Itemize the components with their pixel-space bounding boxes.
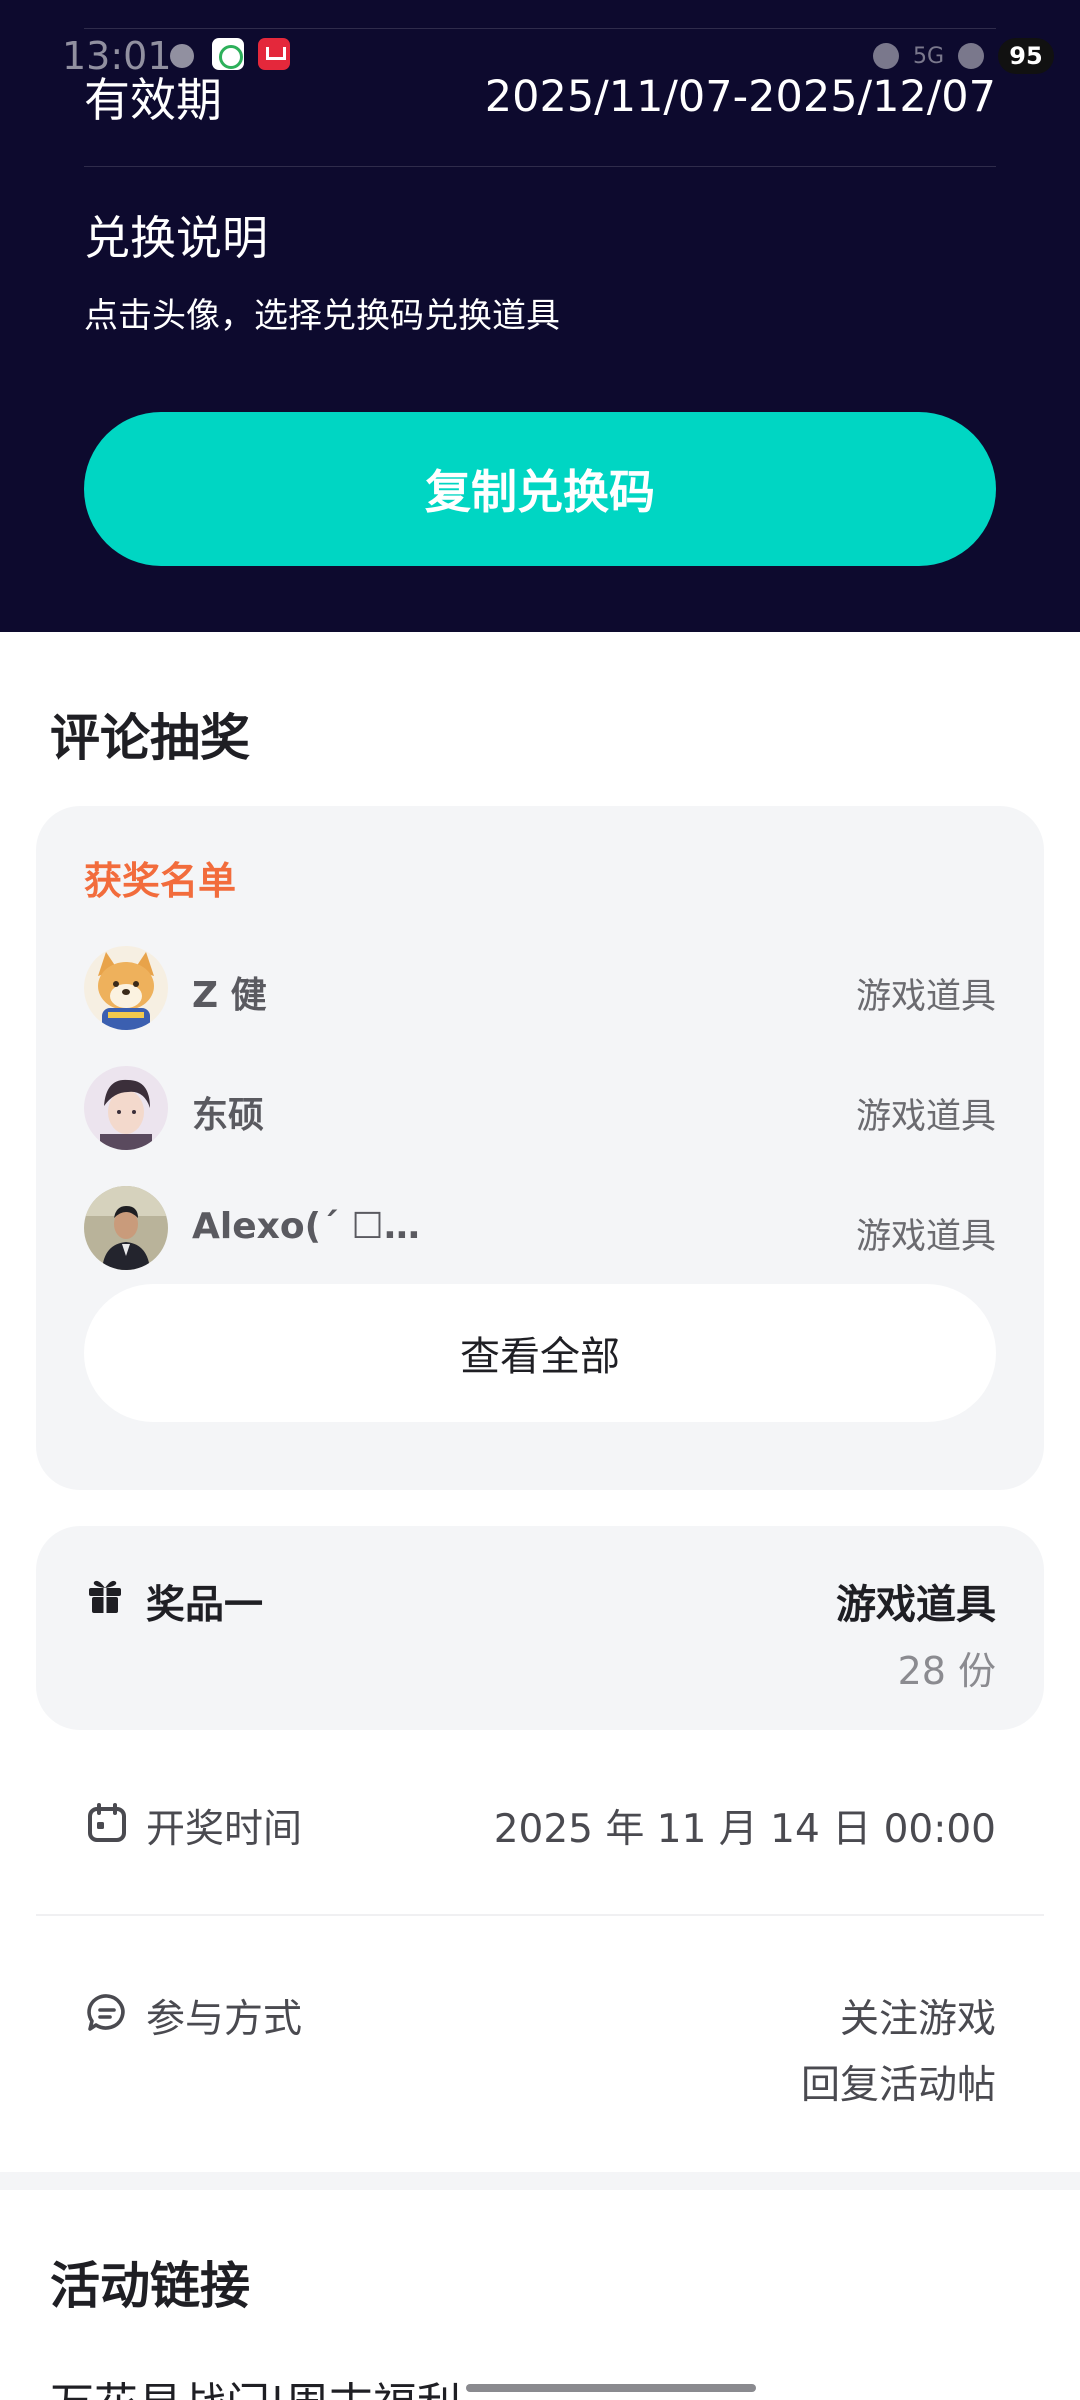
- winner-prize: 游戏道具: [855, 1097, 996, 1137]
- alarm-icon: [872, 43, 899, 69]
- prize-label: 奖品一: [146, 1583, 264, 1628]
- draw-time-value: 2025 年 11 月 14 日 00:00: [493, 1807, 996, 1852]
- prize-name: 游戏道具: [836, 1582, 996, 1628]
- winner-row[interactable]: Alexo(ˊ ☐… 游戏道具: [84, 1186, 996, 1270]
- redeem-description: 点击头像，选择兑换码兑换道具: [84, 296, 560, 336]
- divider: [36, 1914, 1044, 1916]
- redeem-title: 兑换说明: [84, 211, 268, 265]
- activity-links-title: 活动链接: [50, 2257, 250, 2315]
- app-notification-icon: [258, 38, 290, 70]
- participation-label: 参与方式: [146, 1997, 303, 2042]
- status-time: 13:01: [62, 34, 172, 78]
- winners-card: 获奖名单 Z 健 游戏道具 东硕 游戏道具 Alexo(ˊ ☐… 游戏道具 查看…: [36, 806, 1044, 1490]
- winner-row[interactable]: 东硕 游戏道具: [84, 1066, 996, 1150]
- winner-name: Alexo(ˊ ☐…: [192, 1206, 420, 1247]
- participation-method: 关注游戏: [839, 1997, 996, 2042]
- prize-card: 奖品一 游戏道具 28 份: [36, 1526, 1044, 1730]
- network-label: 5G: [912, 43, 944, 69]
- lottery-title: 评论抽奖: [50, 709, 250, 767]
- battery-indicator: 95: [998, 38, 1054, 74]
- calendar-icon: [88, 1803, 126, 1842]
- winner-prize: 游戏道具: [855, 1217, 996, 1257]
- signal-icon: [958, 43, 984, 69]
- participation-method: 回复活动帖: [800, 2063, 996, 2108]
- view-all-button[interactable]: 查看全部: [84, 1284, 996, 1422]
- gift-icon: [89, 1580, 121, 1613]
- status-bar: 13:01 5G 95: [0, 22, 1080, 96]
- winner-prize: 游戏道具: [855, 977, 996, 1017]
- winners-title: 获奖名单: [84, 859, 237, 903]
- anime-boy-avatar[interactable]: [84, 1066, 168, 1150]
- person-photo-avatar[interactable]: [84, 1186, 168, 1270]
- activity-link-item[interactable]: 万花易战门|周末福利: [50, 2368, 461, 2400]
- divider: [84, 166, 996, 167]
- home-indicator[interactable]: [466, 2384, 756, 2392]
- status-right: 5G 95: [872, 34, 1054, 78]
- comment-icon: [87, 1994, 125, 2031]
- shiba-dog-avatar[interactable]: [84, 946, 168, 1030]
- copy-code-button[interactable]: 复制兑换码: [84, 412, 996, 566]
- app-notification-icon: [212, 38, 244, 70]
- winner-name: Z 健: [192, 975, 267, 1016]
- prize-count: 28 份: [897, 1649, 996, 1693]
- winner-name: 东硕: [192, 1095, 265, 1136]
- draw-time-label: 开奖时间: [146, 1807, 303, 1852]
- notification-dot-icon: [170, 44, 194, 68]
- winner-row[interactable]: Z 健 游戏道具: [84, 946, 996, 1030]
- section-separator: [0, 2172, 1080, 2190]
